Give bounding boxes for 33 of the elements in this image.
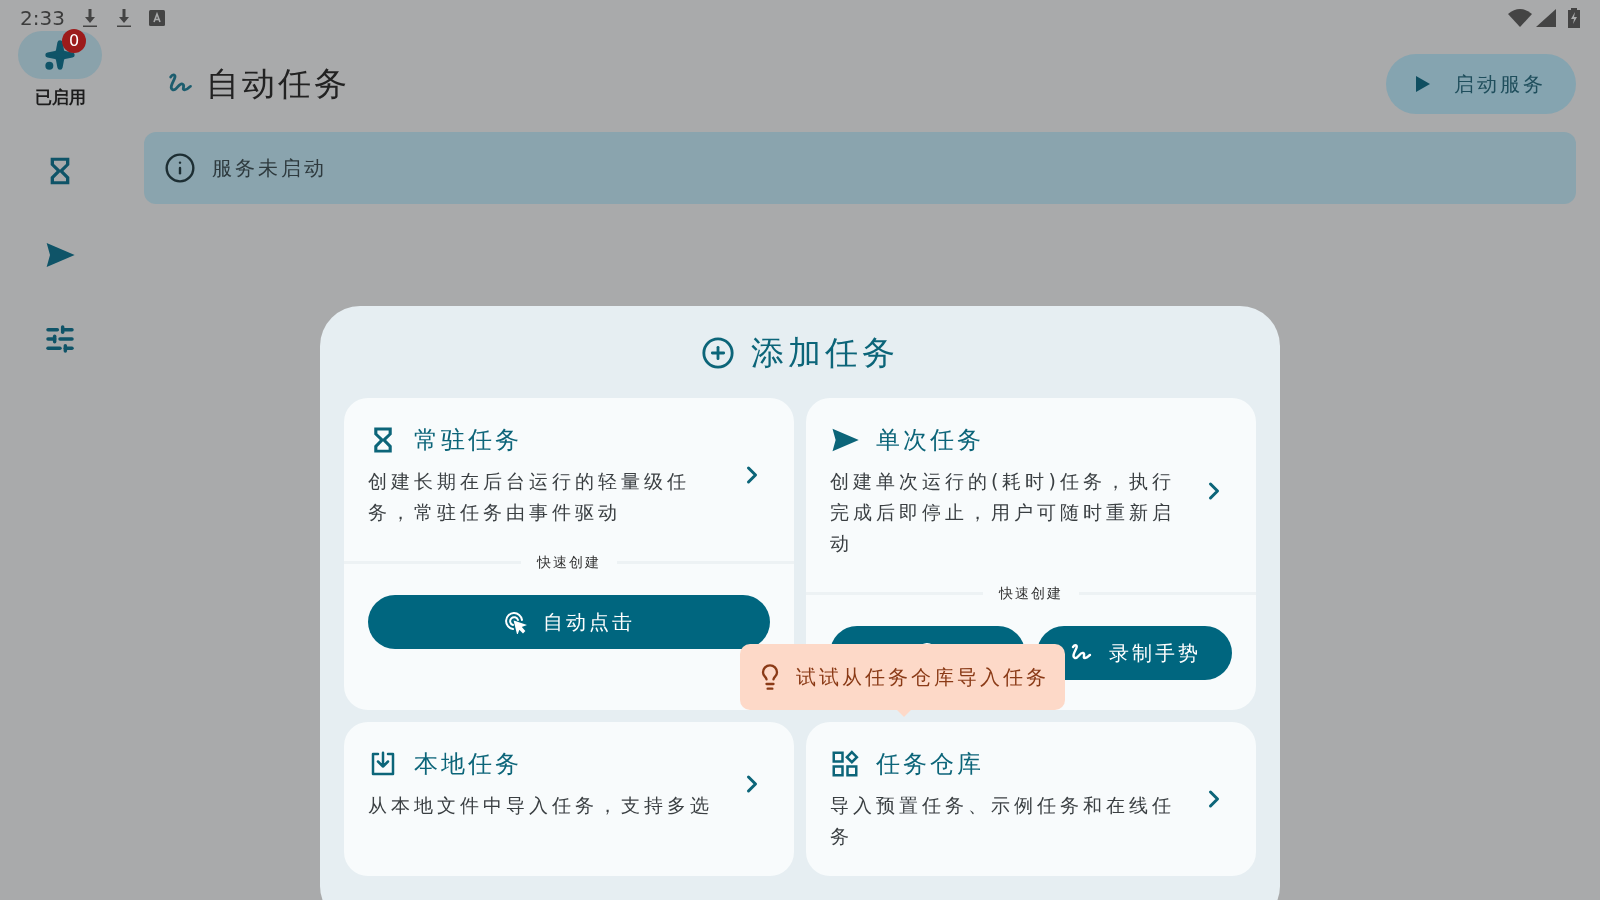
notice-text: 服务未启动 <box>212 155 327 182</box>
card-description: 创建长期在后台运行的轻量级任务，常驻任务由事件驱动 <box>368 469 691 525</box>
nav-label: 已启用 <box>34 86 86 109</box>
sliders-icon <box>44 322 76 355</box>
add-circle-icon <box>701 336 735 370</box>
task-card[interactable]: 任务仓库 导入预置任务、示例任务和在线任务 <box>806 722 1256 876</box>
dialog-title: 添加任务 <box>751 332 899 375</box>
status-time: 2:33 <box>20 5 65 32</box>
card-title: 单次任务 <box>876 425 984 456</box>
keyboard-icon <box>148 10 165 26</box>
card-description: 从本地文件中导入任务，支持多选 <box>368 793 713 818</box>
wifi-icon <box>1508 9 1532 27</box>
info-icon <box>164 152 196 184</box>
task-card[interactable]: 本地任务 从本地文件中导入任务，支持多选 <box>344 722 794 876</box>
card-description: 导入预置任务、示例任务和在线任务 <box>830 793 1175 849</box>
download-icon <box>80 8 99 28</box>
quick-create-label: 快速创建 <box>535 553 602 572</box>
battery-icon <box>1568 8 1580 28</box>
notification-badge: 0 <box>62 29 86 53</box>
signal-icon <box>1536 9 1556 27</box>
card-description: 创建单次运行的(耗时)任务，执行完成后即停止，用户可随时重新启动 <box>830 469 1175 556</box>
quick-create-label: 快速创建 <box>997 584 1064 603</box>
tap-icon <box>503 610 527 634</box>
nav-item[interactable]: 0 <box>18 31 102 79</box>
grid-icon <box>830 749 860 779</box>
download-icon <box>114 8 133 28</box>
task-card[interactable]: 常驻任务 创建长期在后台运行的轻量级任务，常驻任务由事件驱动 快速创建 自动点击 <box>344 398 794 710</box>
card-title: 常驻任务 <box>414 425 522 456</box>
quick-create-button[interactable]: 自动点击 <box>368 595 770 649</box>
page-title: 自动任务 <box>206 63 350 106</box>
card-title: 本地任务 <box>414 749 522 780</box>
play-icon <box>1416 76 1430 92</box>
card-title: 任务仓库 <box>876 749 984 780</box>
